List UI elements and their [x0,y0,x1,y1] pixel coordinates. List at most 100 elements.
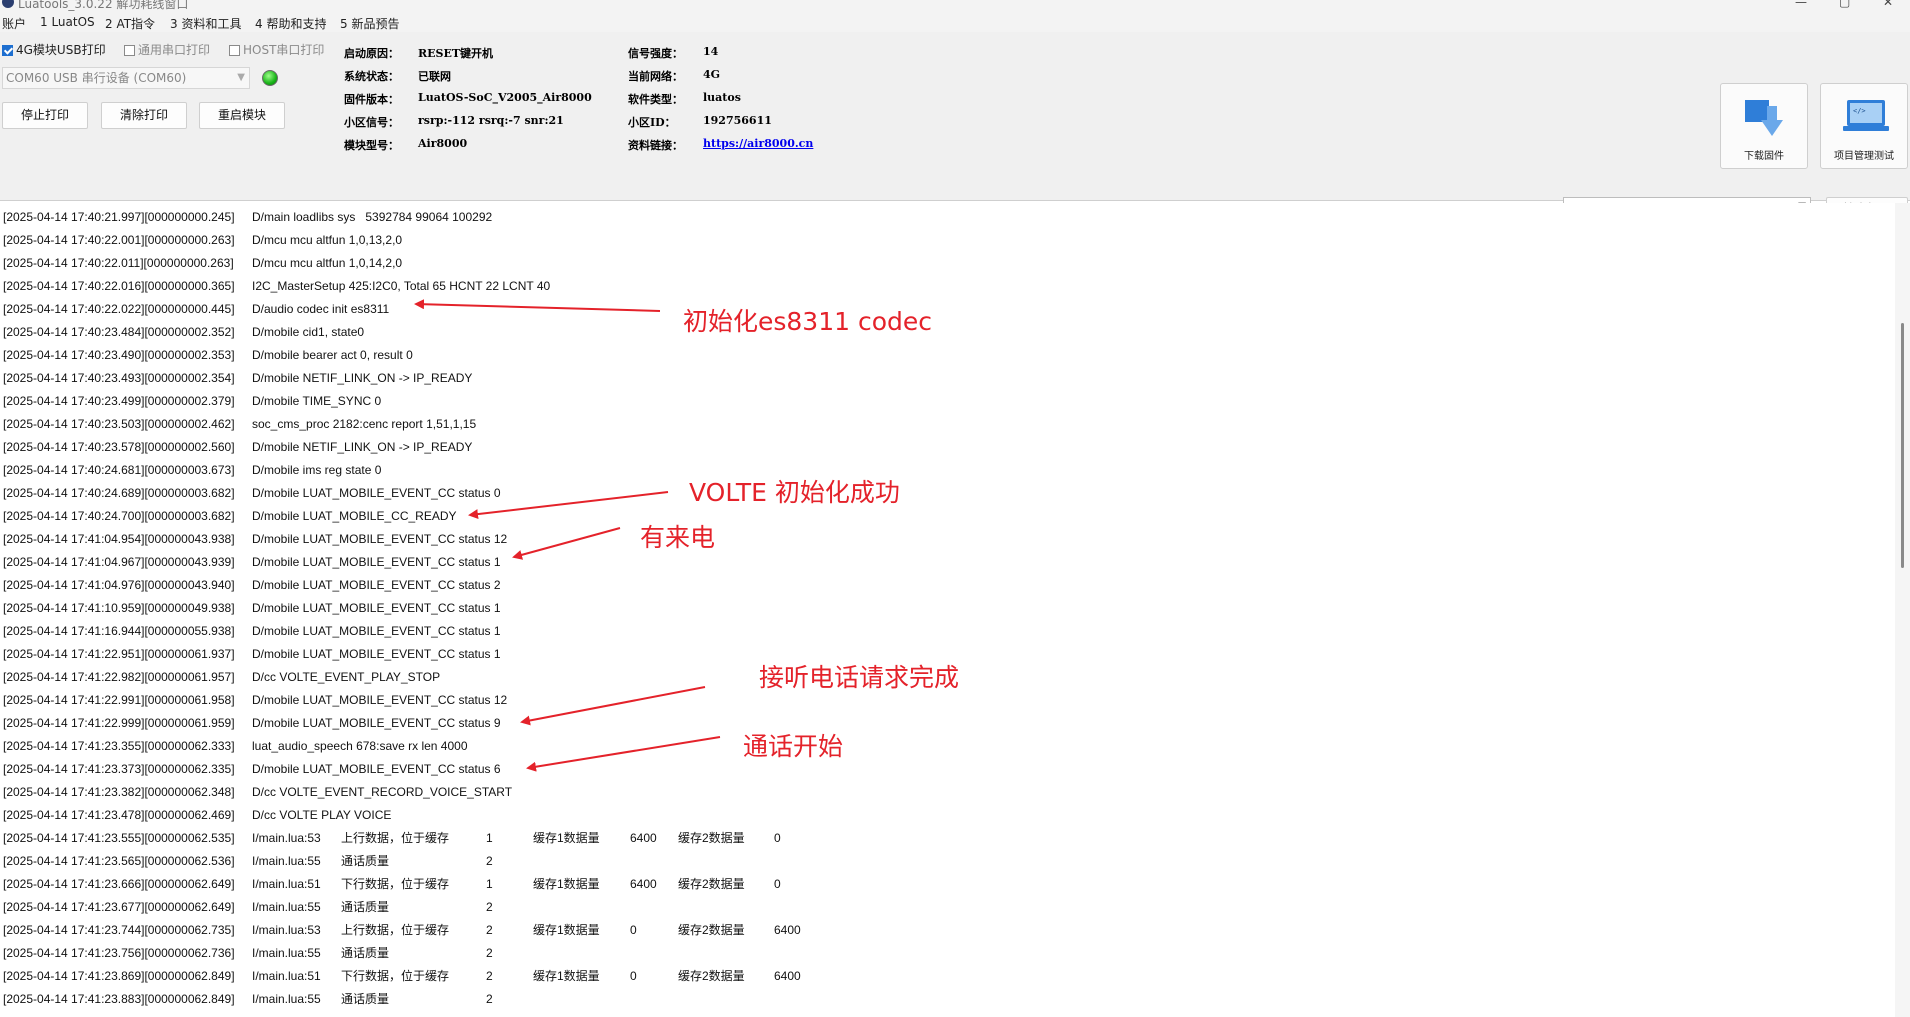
log-timestamp: [2025-04-14 17:40:23.503][000000002.462] [3,417,235,431]
log-field: 2 [486,854,493,868]
serial-print-checkbox[interactable]: 通用串口打印 [124,41,210,58]
log-message: D/cc VOLTE PLAY VOICE [252,808,392,822]
log-field: 通话质量 [341,992,390,1006]
log-field: 6400 [774,923,801,937]
log-message: D/mobile LUAT_MOBILE_EVENT_CC status 0 [252,486,501,500]
log-field: 缓存2数据量 [678,923,745,937]
log-timestamp: [2025-04-14 17:41:22.982][000000061.957] [3,670,235,684]
log-message: D/mobile TIME_SYNC 0 [252,394,382,408]
log-field: 0 [630,923,637,937]
log-field: 缓存1数据量 [533,877,600,891]
title-bar: Luatools_3.0.22 解功耗线窗口 — ▢ ✕ [0,0,1910,12]
stop-print-button[interactable]: 停止打印 [2,102,88,129]
log-timestamp: [2025-04-14 17:40:23.490][000000002.353] [3,348,235,362]
log-scrollbar[interactable] [1895,203,1910,1017]
annotation-volte: VOLTE 初始化成功 [689,478,900,507]
log-message: D/mobile LUAT_MOBILE_EVENT_CC status 1 [252,647,501,661]
log-field: 下行数据，位于缓存 [341,877,450,891]
log-message: D/mobile NETIF_LINK_ON -> IP_READY [252,440,473,454]
menu-tools[interactable]: 3 资料和工具 [170,15,241,32]
log-message: D/mobile bearer act 0, result 0 [252,348,413,362]
minimize-button[interactable]: — [1795,0,1807,9]
cell-signal-value: rsrp:-112 rsrq:-7 snr:21 [418,114,564,127]
system-status-label: 系统状态： [344,70,399,83]
log-source: I/main.lua:55 [252,992,321,1006]
host-print-checkbox[interactable]: HOST串口打印 [229,41,324,58]
led-icon [262,70,278,86]
software-value: luatos [703,91,741,104]
log-timestamp: [2025-04-14 17:40:22.011][000000000.263] [3,256,234,270]
log-field: 1 [486,831,493,845]
log-field: 缓存2数据量 [678,877,745,891]
log-message: D/mobile LUAT_MOBILE_CC_READY [252,509,457,523]
maximize-button[interactable]: ▢ [1839,0,1850,9]
log-timestamp: [2025-04-14 17:41:23.355][000000062.333] [3,739,235,753]
log-source: I/main.lua:51 [252,969,321,983]
log-field: 6400 [630,831,657,845]
log-message: D/mobile LUAT_MOBILE_EVENT_CC status 12 [252,693,508,707]
log-timestamp: [2025-04-14 17:41:04.954][000000043.938] [3,532,235,546]
download-icon [1745,100,1783,136]
cell-id-label: 小区ID： [628,116,676,129]
log-message: soc_cms_proc 2182:cenc report 1,51,1,15 [252,417,477,431]
log-message: D/mobile ims reg state 0 [252,463,382,477]
port-select[interactable]: COM60 USB 串行设备 (COM60) ▼ [2,67,250,89]
log-message: D/mobile LUAT_MOBILE_EVENT_CC status 6 [252,762,501,776]
svg-text:</>: </> [1853,107,1866,115]
log-timestamp: [2025-04-14 17:41:23.677][000000062.649] [3,900,235,914]
download-firmware-button[interactable]: 下载固件 [1720,83,1808,169]
project-icon: </> [1843,100,1889,131]
log-source: I/main.lua:51 [252,877,321,891]
checkbox-empty-icon [229,45,240,56]
menu-new[interactable]: 5 新品预告 [340,15,399,32]
network-value: 4G [703,68,721,81]
log-message: D/mobile NETIF_LINK_ON -> IP_READY [252,371,473,385]
menu-at[interactable]: 2 AT指令 [105,15,155,32]
log-output[interactable]: [2025-04-14 17:40:21.997][000000000.245]… [0,203,1895,1017]
annotation-codec: 初始化es8311 codec [683,307,933,336]
log-timestamp: [2025-04-14 17:40:23.484][000000002.352] [3,325,235,339]
log-field: 2 [486,946,493,960]
log-source: I/main.lua:55 [252,900,321,914]
scroll-thumb[interactable] [1901,323,1904,568]
log-message: D/audio codec init es8311 [252,302,390,316]
docs-link[interactable]: https://air8000.cn [703,137,813,150]
annotation-incoming: 有来电 [640,523,716,552]
module-value: Air8000 [418,137,468,150]
menu-luatos[interactable]: 1 LuatOS [40,15,95,29]
log-message: D/mobile LUAT_MOBILE_EVENT_CC status 12 [252,532,508,546]
chevron-down-icon: ▼ [237,72,245,83]
log-timestamp: [2025-04-14 17:40:21.997][000000000.245] [3,210,235,224]
usb-print-checkbox[interactable]: 4G模块USB打印 [2,41,106,58]
log-message: D/main loadlibs sys 5392784 99064 100292 [252,210,493,224]
close-button[interactable]: ✕ [1883,0,1893,9]
log-timestamp: [2025-04-14 17:41:04.976][000000043.940] [3,578,235,592]
log-field: 0 [774,831,781,845]
firmware-value: LuatOS-SoC_V2005_Air8000 [418,91,592,104]
control-panel: 4G模块USB打印 通用串口打印 HOST串口打印 COM60 USB 串行设备… [0,32,1910,222]
log-timestamp: [2025-04-14 17:40:23.499][000000002.379] [3,394,235,408]
boot-reason-value: RESET键开机 [418,47,494,60]
log-field: 通话质量 [341,946,390,960]
log-timestamp: [2025-04-14 17:41:16.944][000000055.938] [3,624,235,638]
log-field: 缓存1数据量 [533,969,600,983]
log-message: D/mobile LUAT_MOBILE_EVENT_CC status 1 [252,624,501,638]
log-timestamp: [2025-04-14 17:41:23.478][000000062.469] [3,808,235,822]
restart-module-button[interactable]: 重启模块 [199,102,285,129]
log-field: 缓存1数据量 [533,923,600,937]
log-message: D/mobile cid1, state0 [252,325,365,339]
log-timestamp: [2025-04-14 17:40:23.578][000000002.560] [3,440,235,454]
log-timestamp: [2025-04-14 17:41:10.959][000000049.938] [3,601,235,615]
log-timestamp: [2025-04-14 17:41:23.373][000000062.335] [3,762,235,776]
log-timestamp: [2025-04-14 17:41:23.382][000000062.348] [3,785,235,799]
menu-help[interactable]: 4 帮助和支持 [255,15,326,32]
log-field: 上行数据，位于缓存 [341,923,450,937]
menu-account[interactable]: 账户 [2,15,26,32]
log-timestamp: [2025-04-14 17:41:23.756][000000062.736] [3,946,235,960]
clear-print-button[interactable]: 清除打印 [101,102,187,129]
log-field: 通话质量 [341,900,390,914]
software-label: 软件类型： [628,93,683,106]
log-message: D/mcu mcu altfun 1,0,14,2,0 [252,256,403,270]
log-field: 0 [774,877,781,891]
project-test-button[interactable]: </> 项目管理测试 [1820,83,1908,169]
